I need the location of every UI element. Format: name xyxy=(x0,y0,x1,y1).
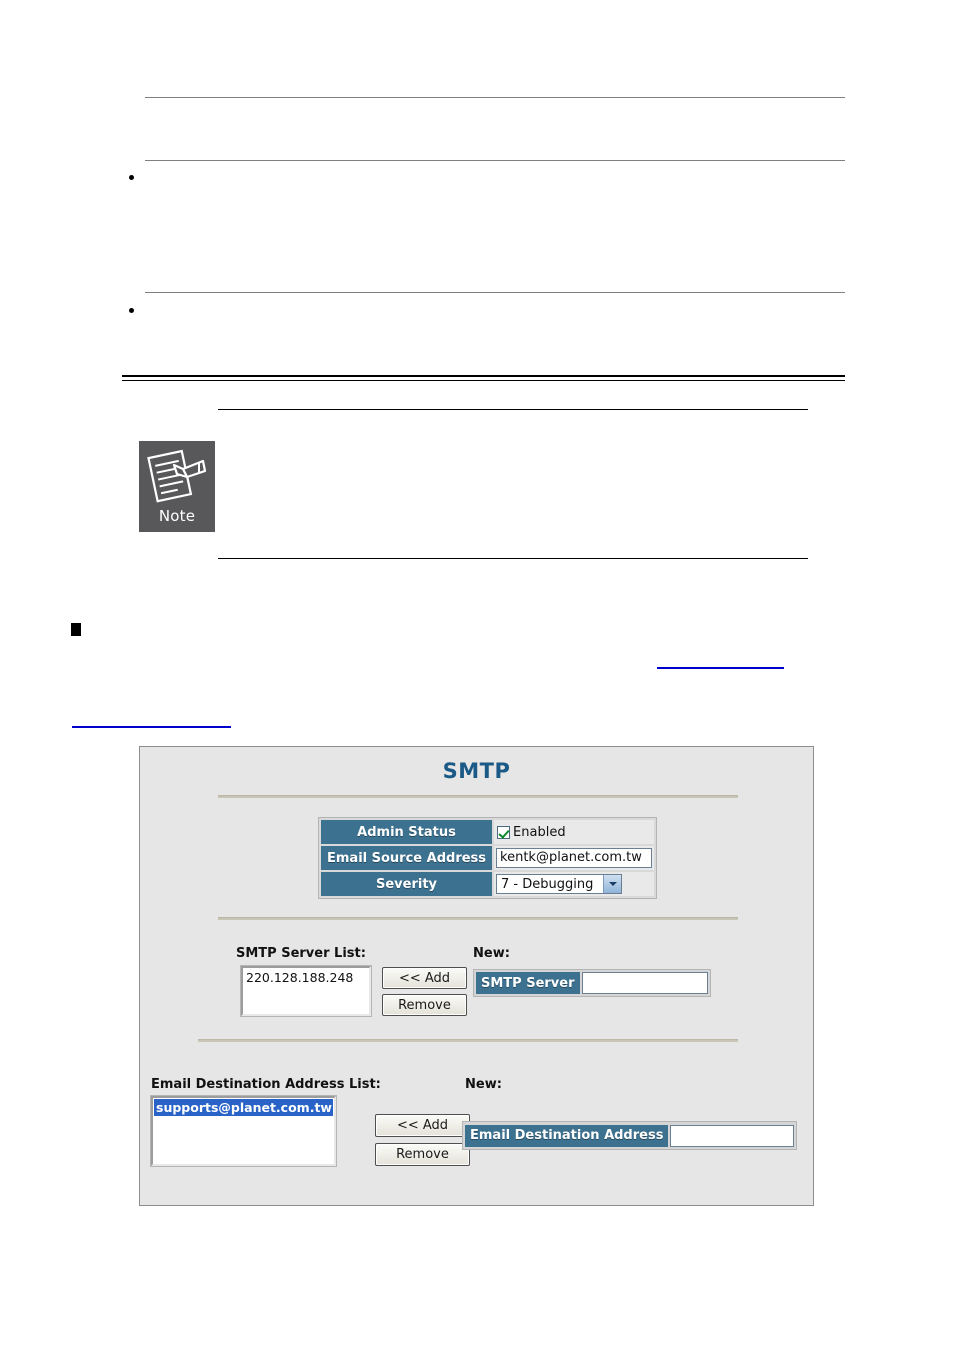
value-email-source-address: kentk@planet.com.tw xyxy=(494,846,655,870)
label-admin-status: Admin Status xyxy=(321,820,493,844)
email-destination-add-button[interactable]: << Add xyxy=(375,1114,470,1137)
smtp-server-new-row: SMTP Server xyxy=(473,969,711,997)
label-email-source-address: Email Source Address xyxy=(321,846,493,870)
panel-separator-bottom xyxy=(198,1039,738,1042)
panel-separator-top xyxy=(218,795,738,798)
section-rule-third xyxy=(145,292,845,293)
smtp-server-field-label: SMTP Server xyxy=(476,972,580,994)
smtp-screenshot-panel: SMTP Admin Status Enabled Email Source A… xyxy=(139,746,814,1206)
panel-separator-middle xyxy=(218,917,738,920)
table-row-severity: Severity 7 - Debugging xyxy=(321,872,655,896)
section-rule-double-bottom xyxy=(122,380,845,381)
label-severity: Severity xyxy=(321,872,493,896)
list-item[interactable]: 220.128.188.248 xyxy=(244,969,368,986)
note-rule-bottom xyxy=(218,558,808,559)
smtp-server-add-button[interactable]: << Add xyxy=(382,967,467,989)
note-label: Note xyxy=(158,507,196,525)
chevron-down-icon[interactable] xyxy=(603,875,622,893)
smtp-server-new-label: New: xyxy=(473,946,510,961)
table-row-email-source-address: Email Source Address kentk@planet.com.tw xyxy=(321,846,655,870)
section-rule-double-top xyxy=(122,375,845,377)
table-row-admin-status: Admin Status Enabled xyxy=(321,820,655,844)
section-rule-second xyxy=(145,160,845,161)
email-destination-input[interactable] xyxy=(670,1124,794,1147)
bullet-point-2 xyxy=(129,308,134,313)
cross-reference-link-2[interactable] xyxy=(72,726,231,728)
bullet-point-3 xyxy=(71,623,81,636)
email-destination-listbox[interactable]: supports@planet.com.tw xyxy=(150,1095,337,1167)
email-destination-new-label: New: xyxy=(465,1077,502,1092)
email-destination-list-label: Email Destination Address List: xyxy=(151,1077,381,1092)
email-destination-remove-button[interactable]: Remove xyxy=(375,1143,470,1166)
value-admin-status: Enabled xyxy=(494,820,655,844)
severity-select-value: 7 - Debugging xyxy=(501,876,594,892)
smtp-server-input[interactable] xyxy=(581,972,708,994)
note-callout-box: Note xyxy=(139,441,215,532)
list-item[interactable]: supports@planet.com.tw xyxy=(154,1099,333,1116)
smtp-server-remove-button[interactable]: Remove xyxy=(382,994,467,1016)
panel-title: SMTP xyxy=(442,759,511,783)
bullet-point-1 xyxy=(129,175,134,180)
smtp-server-listbox[interactable]: 220.128.188.248 xyxy=(240,965,372,1017)
severity-select[interactable]: 7 - Debugging xyxy=(496,874,623,894)
email-destination-new-row: Email Destination Address xyxy=(462,1121,797,1150)
admin-status-checkbox-label: Enabled xyxy=(513,824,566,840)
value-severity: 7 - Debugging xyxy=(494,872,655,896)
note-pad-pen-icon xyxy=(147,449,207,503)
note-rule-top xyxy=(218,409,808,410)
smtp-settings-table: Admin Status Enabled Email Source Addres… xyxy=(318,817,658,899)
email-source-address-input[interactable]: kentk@planet.com.tw xyxy=(496,848,653,868)
cross-reference-link-1[interactable] xyxy=(657,667,784,669)
smtp-server-list-label: SMTP Server List: xyxy=(236,946,366,961)
admin-status-checkbox[interactable] xyxy=(497,825,511,839)
section-rule-top xyxy=(145,97,845,98)
email-destination-field-label: Email Destination Address xyxy=(465,1124,669,1147)
